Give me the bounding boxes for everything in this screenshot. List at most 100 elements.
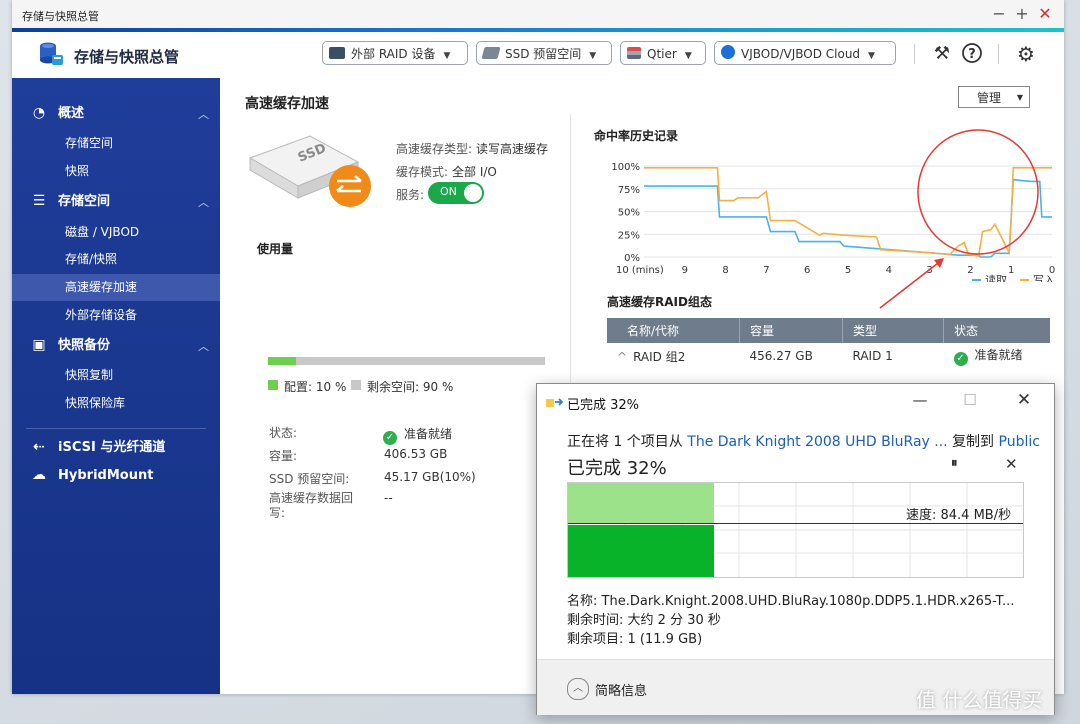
copy-summary: 正在将 1 个项目从 The Dark Knight 2008 UHD BluR… [567, 434, 1040, 450]
sidebar-item-disks-vjbod[interactable]: 磁盘 / VJBOD [12, 219, 220, 246]
hybridmount-cloud-icon: ☁ [32, 467, 46, 483]
sidebar-item-snapshot-replica[interactable]: 快照复制 [12, 362, 220, 389]
chevron-up-icon[interactable]: ︿ [198, 338, 209, 354]
red-annotation [879, 129, 1039, 309]
sidebar-section-iscsi[interactable]: ⇠ iSCSI 与光纤通道 [30, 436, 165, 458]
col-name: 名称/代称 [607, 318, 740, 343]
app-title: 存储与快照总管 [74, 48, 180, 66]
service-label: 服务: [396, 188, 425, 202]
caret-down-icon: ▼ [1016, 93, 1023, 102]
col-type: 类型 [842, 318, 944, 343]
raid-type-cell: RAID 1 [852, 349, 893, 363]
chart-y-tick-label: 50% [618, 208, 640, 219]
diagnostic-tool-icon[interactable]: ⚒ [930, 42, 954, 66]
manage-label: 管理 [977, 91, 1002, 105]
dialog-title: 已完成 32% [567, 398, 640, 413]
cache-type-value: 读写高速缓存 [476, 142, 549, 156]
col-capacity: 容量 [739, 318, 843, 343]
raid-title: 高速缓存RAID组态 [607, 295, 712, 309]
qtier-button[interactable]: Qtier ▼ [620, 41, 706, 65]
status-value: ✓ 准备就绪 [383, 425, 452, 445]
help-icon[interactable]: ? [960, 42, 984, 66]
transfer-speed-graph: 速度: 84.4 MB/秒 [567, 482, 1024, 578]
free-legend-swatch [351, 380, 361, 390]
progress-heading: 已完成 32% [567, 458, 667, 479]
source-link[interactable]: The Dark Knight 2008 UHD BluRay ... [687, 434, 947, 450]
cache-mode-value: 全部 I/O [452, 165, 497, 179]
sidebar: ◔ 概述 ︿ 存储空间 快照 ☰ 存储空间 ︿ 磁盘 / VJBOD 存储/快照 高… [12, 78, 220, 694]
writeback-label: 高速缓存数据回写: [269, 491, 354, 520]
sidebar-section-label: HybridMount [58, 468, 154, 483]
speed-text: 速度: 84.4 MB/秒 [906, 508, 1012, 523]
sidebar-item-snapshot-vault[interactable]: 快照保险库 [12, 390, 220, 417]
chevron-up-icon[interactable]: ^ [617, 350, 627, 364]
items-remaining-row: 剩余项目: 1 (11.9 GB) [567, 632, 703, 647]
chevron-up-icon[interactable]: ︿ [198, 106, 209, 122]
vjbod-button[interactable]: VJBOD/VJBOD Cloud ▼ [714, 41, 896, 65]
chevron-down-icon: ▼ [443, 51, 451, 61]
watermark: 值 什么值得买 [916, 688, 1043, 712]
sidebar-section-label: 快照备份 [58, 338, 111, 353]
page-title: 高速缓存加速 [245, 96, 329, 112]
collapse-chevron-icon[interactable]: ︿ [567, 678, 589, 700]
manage-button[interactable]: 管理 ▼ [958, 86, 1030, 108]
header-divider [998, 44, 999, 64]
raid-status-cell: ✓ 准备就绪 [944, 343, 1051, 369]
minimize-icon[interactable]: − [990, 5, 1008, 23]
file-name-row: 名称: The.Dark.Knight.2008.UHD.BluRay.1080… [567, 594, 1015, 609]
sidebar-item-storage-snapshot[interactable]: 存储/快照 [12, 246, 220, 273]
usage-bar-fill [268, 357, 296, 365]
external-raid-button[interactable]: 外部 RAID 设备 ▼ [322, 41, 468, 65]
maximize-icon[interactable]: ☐ [955, 390, 985, 410]
used-legend: 配置: 10 % [284, 380, 347, 394]
vjbod-label: VJBOD/VJBOD Cloud [741, 47, 861, 61]
external-raid-label: 外部 RAID 设备 [351, 47, 436, 61]
chevron-up-icon[interactable]: ︿ [198, 194, 209, 210]
header-divider [914, 44, 915, 64]
service-toggle[interactable]: ON [428, 182, 484, 204]
status-label: 状态: [269, 426, 298, 440]
dest-link[interactable]: Public [999, 434, 1040, 450]
pause-button[interactable]: ⏸ [951, 456, 958, 471]
chart-x-tick-label: 7 [763, 265, 769, 276]
writeback-value: -- [384, 491, 393, 505]
sidebar-section-overview[interactable]: ◔ 概述 [30, 102, 84, 124]
sidebar-item-cache-acceleration[interactable]: 高速缓存加速 [12, 274, 220, 301]
close-icon[interactable]: ✕ [1036, 5, 1054, 23]
ssd-overprovision-button[interactable]: SSD 预留空间 ▼ [476, 41, 612, 65]
close-icon[interactable]: ✕ [1009, 390, 1039, 410]
minimize-icon[interactable]: — [905, 390, 935, 410]
database-icon: ☰ [32, 193, 46, 209]
sidebar-section-snapshot-backup[interactable]: ▣ 快照备份 [30, 334, 110, 356]
sidebar-section-label: 存储空间 [58, 194, 111, 209]
snapshot-backup-icon: ▣ [32, 337, 46, 353]
sidebar-item-snapshot[interactable]: 快照 [12, 158, 220, 185]
ssd-overprovision-label: SSD 预留空间 [505, 47, 582, 61]
cancel-button[interactable]: ✕ [1005, 455, 1018, 473]
title-bar: 存储与快照总管 − + ✕ [12, 0, 1064, 30]
sidebar-item-external-storage[interactable]: 外部存储设备 [12, 302, 220, 329]
chevron-down-icon: ▼ [868, 51, 875, 61]
sidebar-item-storage-space[interactable]: 存储空间 [12, 130, 220, 157]
ssd-reserve-label: SSD 预留空间: [269, 472, 350, 486]
chevron-down-icon: ▼ [589, 51, 597, 61]
sidebar-section-storage[interactable]: ☰ 存储空间 [30, 190, 110, 212]
fewer-details-link[interactable]: 简略信息 [595, 680, 647, 699]
chart-y-tick-label: 25% [618, 230, 640, 241]
check-icon: ✓ [383, 431, 397, 445]
table-row[interactable]: ^ RAID 组2 456.27 GB RAID 1 ✓ 准备就绪 [607, 343, 1050, 369]
window-title: 存储与快照总管 [22, 10, 99, 23]
dashboard-gauge-icon: ◔ [32, 105, 46, 121]
qtier-icon [627, 47, 641, 59]
sidebar-section-hybridmount[interactable]: ☁ HybridMount [30, 464, 153, 486]
chart-y-tick-label: 0% [624, 253, 640, 264]
chart-x-tick-label: 5 [845, 265, 851, 276]
settings-gear-icon[interactable]: ⚙ [1014, 42, 1038, 66]
cache-type-label: 高速缓存类型: [396, 142, 473, 156]
chart-x-tick-label: 6 [804, 265, 810, 276]
ssd-illustration: SSD [248, 135, 371, 207]
maximize-icon[interactable]: + [1013, 5, 1031, 23]
usage-bar [268, 357, 545, 365]
raid-table: 名称/代称 容量 类型 状态 ^ RAID 组2 456.27 GB RAID 1… [607, 318, 1050, 369]
sidebar-section-label: 概述 [58, 106, 85, 121]
